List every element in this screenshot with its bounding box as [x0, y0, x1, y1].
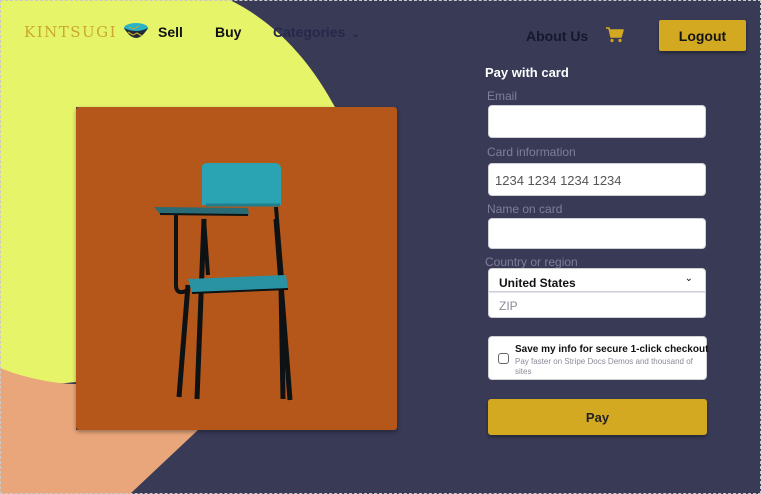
cart-icon[interactable]	[606, 27, 624, 43]
card-number-field[interactable]: 1234 1234 1234 1234	[488, 163, 706, 196]
logout-button[interactable]: Logout	[659, 20, 746, 51]
country-select[interactable]: United States ⌄	[488, 268, 706, 292]
email-field[interactable]	[488, 105, 706, 138]
kintsugi-bowl-icon	[124, 23, 149, 38]
name-on-card-label: Name on card	[487, 202, 563, 216]
chevron-down-icon: ⌄	[351, 29, 360, 40]
country-value: United States	[499, 276, 576, 290]
product-image	[76, 107, 397, 430]
nav-about-link[interactable]: About Us	[526, 28, 588, 44]
nav-categories-dropdown[interactable]: Categories ⌄	[273, 24, 360, 40]
card-info-label: Card information	[487, 145, 576, 159]
nav-sell-link[interactable]: Sell	[158, 24, 183, 40]
logo-text: KINTSUGI	[24, 23, 118, 41]
top-nav: KINTSUGI Sell Buy Categories ⌄ About Us L…	[0, 0, 761, 66]
chair-icon	[154, 163, 293, 401]
nav-buy-link[interactable]: Buy	[215, 24, 241, 40]
country-label: Country or region	[485, 255, 578, 269]
name-on-card-field[interactable]	[488, 218, 706, 249]
zip-field[interactable]: ZIP	[488, 292, 706, 318]
save-info-subtitle: Pay faster on Stripe Docs Demos and thou…	[515, 357, 693, 376]
pay-button[interactable]: Pay	[488, 399, 707, 435]
save-info-option[interactable]: Save my info for secure 1-click checkout…	[488, 336, 709, 380]
save-info-checkbox[interactable]	[498, 353, 509, 364]
categories-label: Categories	[273, 24, 346, 40]
chevron-down-icon: ⌄	[684, 273, 693, 284]
form-title: Pay with card	[485, 65, 569, 80]
save-info-title: Save my info for secure 1-click checkout	[515, 344, 709, 355]
email-label: Email	[487, 89, 518, 103]
page: KINTSUGI Sell Buy Categories ⌄ About Us L…	[0, 0, 761, 494]
logo[interactable]: KINTSUGI	[24, 22, 149, 42]
